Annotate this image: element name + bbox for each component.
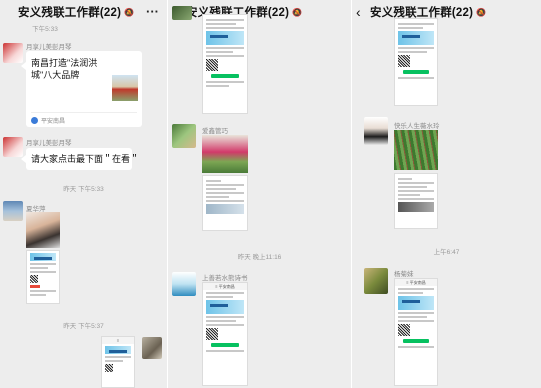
timestamp: 上午6:47	[433, 249, 460, 256]
image-message[interactable]	[202, 135, 248, 173]
avatar[interactable]	[3, 201, 23, 221]
sender-name: 爱鑫管巧	[202, 128, 228, 135]
image-message[interactable]	[202, 14, 248, 114]
image-message[interactable]: ≡ 平安南昌	[202, 282, 248, 386]
card-title: 南昌打造"法润洪城"八大品牌	[31, 58, 98, 80]
card-source: 平安南昌	[31, 116, 65, 125]
avatar[interactable]	[172, 272, 196, 296]
avatar[interactable]	[364, 117, 388, 145]
chat-header: ‹ 安义残联工作群(22) 🔕	[352, 0, 541, 24]
sender-name: 杨菊妹	[394, 271, 414, 278]
sender-name: 月享儿美彭月琴	[26, 140, 72, 147]
avatar[interactable]	[142, 337, 162, 359]
bell-off-icon: 🔕	[476, 7, 487, 17]
avatar[interactable]	[3, 43, 23, 63]
card-thumbnail	[112, 75, 138, 101]
chat-header: ‹ 安义残联工作群(22) 🔕 ···	[0, 0, 167, 24]
source-logo-icon	[31, 117, 38, 124]
timestamp: 下午5:33	[32, 26, 58, 33]
bell-off-icon: 🔕	[292, 7, 303, 17]
timestamp: 昨天 晚上11:16	[237, 254, 282, 261]
avatar[interactable]	[172, 124, 196, 148]
image-message[interactable]	[394, 130, 438, 170]
chat-header: ‹ 安义残联工作群(22) 🔕	[168, 0, 351, 24]
chat-window-3: ‹ 安义残联工作群(22) 🔕 快乐人生薇水玲 上午6:47 杨菊妹 ≡ 平安南…	[352, 0, 541, 388]
sender-name: 上善若水熊诗书	[202, 275, 248, 282]
bell-off-icon: 🔕	[124, 7, 135, 17]
image-message[interactable]	[394, 173, 438, 229]
chat-title[interactable]: 安义残联工作群(22)	[18, 4, 121, 20]
sender-name: 快乐人生薇水玲	[394, 123, 440, 130]
timestamp: 昨天 下午5:37	[63, 323, 104, 330]
timestamp: 昨天 下午5:33	[63, 186, 104, 193]
image-message[interactable]: ≡ 平安南昌	[394, 278, 438, 386]
image-message[interactable]	[26, 212, 60, 248]
chat-window-1: ‹ 安义残联工作群(22) 🔕 ··· 下午5:33 月享儿美彭月琴 南昌打造"…	[0, 0, 167, 388]
chat-window-2: ‹ 安义残联工作群(22) 🔕 爱鑫管巧 昨天 晚上11:16 上善若水熊诗书 …	[168, 0, 351, 388]
back-arrow-icon[interactable]: ‹	[356, 4, 370, 20]
image-message[interactable]	[394, 18, 438, 106]
link-card[interactable]: 南昌打造"法润洪城"八大品牌 平安南昌	[26, 51, 142, 127]
avatar[interactable]	[364, 268, 388, 294]
image-message[interactable]	[26, 250, 60, 304]
text-message[interactable]: 请大家点击最下面＂在看＂	[26, 148, 139, 170]
avatar[interactable]	[3, 137, 23, 157]
sender-name: 月享儿美彭月琴	[26, 44, 72, 51]
image-message[interactable]: ≡	[101, 336, 135, 388]
image-message[interactable]	[202, 175, 248, 231]
more-icon[interactable]: ···	[146, 4, 159, 19]
